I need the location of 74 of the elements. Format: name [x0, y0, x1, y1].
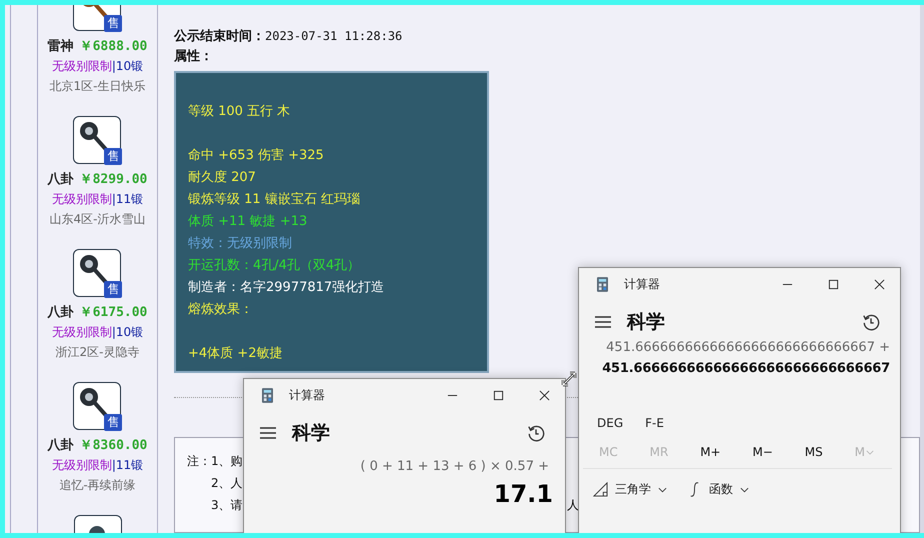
item-thumbnail[interactable]: 售: [73, 382, 122, 430]
close-icon[interactable]: [874, 278, 885, 290]
forge-level: |10锻: [112, 324, 144, 340]
attribute-line: 耐久度 207: [188, 168, 257, 186]
note-text: 人: [567, 496, 579, 514]
chevron-icon: [658, 486, 667, 492]
chevron-icon: [866, 450, 874, 454]
maximize-icon[interactable]: [493, 390, 504, 400]
window-title: 计算器: [289, 386, 325, 404]
level-limit: 无级别限制: [52, 456, 112, 474]
forge-level: |11锻: [112, 456, 144, 474]
maximize-icon[interactable]: [828, 278, 839, 290]
result-display: 17.1: [492, 479, 554, 510]
server-name: 浙江2区-灵隐寺: [56, 344, 140, 361]
sale-badge: 售: [104, 281, 122, 298]
attribute-line: 锻炼等级 11 镶嵌宝石 红玛瑙: [188, 190, 361, 208]
dropdown-button[interactable]: 三角学: [589, 477, 671, 502]
sale-badge: 售: [104, 148, 122, 165]
history-icon[interactable]: [527, 424, 545, 442]
server-name: 北京1区-生日快乐: [50, 78, 146, 95]
forge-level: |10锻: [112, 58, 144, 74]
attribute-line: 等级 100 五行 木: [188, 102, 292, 120]
calculator-icon: [597, 276, 608, 292]
expression-text: 451.66666666666666666666666666667 +: [605, 339, 891, 357]
field-label: 属性：: [174, 48, 213, 65]
close-icon[interactable]: [539, 390, 550, 400]
note-text: 2、人: [211, 476, 243, 490]
angle-button[interactable]: DEG: [589, 412, 632, 434]
item-price: ￥6888.00: [80, 38, 148, 55]
triangle-icon: [593, 482, 608, 497]
menu-icon[interactable]: [595, 316, 611, 328]
history-icon[interactable]: [862, 313, 880, 331]
server-name: 山东4区-沂水雪山: [50, 211, 146, 228]
memory-button[interactable]: M+: [696, 442, 725, 462]
result-display: 451.66666666666666666666666666667: [601, 360, 891, 378]
angle-button[interactable]: F-E: [637, 412, 672, 434]
dropdown-button[interactable]: 函数: [683, 477, 753, 502]
attribute-line: +4体质 +2敏捷: [188, 344, 284, 362]
item-name[interactable]: 八卦: [48, 436, 74, 454]
item-thumbnail[interactable]: 售: [73, 5, 122, 31]
field-value: 2023-07-31 11:28:36: [265, 28, 402, 43]
memory-button[interactable]: M−: [748, 442, 777, 462]
attribute-line: 开运孔数：4孔/4孔（双4孔）: [188, 256, 362, 274]
sale-badge: 售: [104, 15, 122, 32]
item-thumbnail[interactable]: 售: [73, 249, 122, 297]
item-name[interactable]: 八卦: [48, 303, 74, 321]
mode-title: 科学: [292, 421, 330, 446]
attribute-line: 命中 +653 伤害 +325: [188, 146, 325, 164]
attribute-line: 体质 +11 敏捷 +13: [188, 212, 308, 230]
item-name[interactable]: 雷神: [48, 37, 74, 55]
forge-level: |11锻: [112, 190, 144, 208]
attribute-line: 熔炼效果：: [188, 300, 254, 318]
server-name: 追忆-再续前缘: [59, 477, 136, 494]
item-price: ￥8299.00: [80, 171, 148, 188]
field-label: 公示结束时间：: [174, 28, 265, 45]
mode-title: 科学: [627, 310, 665, 335]
window-title: 计算器: [624, 276, 660, 292]
chevron-icon: [740, 486, 749, 492]
expression-text: ( 0 + 11 + 13 + 6 ) × 0.57 +: [359, 458, 550, 476]
attribute-line: 制造者：名字29977817强化打造: [188, 278, 386, 296]
note-text: 3、请: [211, 498, 243, 512]
level-limit: 无级别限制: [52, 324, 112, 340]
item-price: ￥6175.00: [80, 304, 148, 321]
item-thumbnail[interactable]: 售: [73, 116, 122, 164]
sale-badge: 售: [104, 414, 122, 431]
item-name[interactable]: 八卦: [48, 170, 74, 188]
note-text: 注：1、购: [187, 454, 243, 468]
calculator-icon: [262, 388, 273, 402]
attribute-line: 特效：无级别限制: [188, 234, 293, 252]
level-limit: 无级别限制: [52, 190, 112, 208]
memory-button[interactable]: MS: [800, 442, 827, 462]
level-limit: 无级别限制: [52, 58, 112, 74]
item-price: ￥8360.00: [80, 437, 148, 454]
menu-icon[interactable]: [260, 427, 276, 439]
